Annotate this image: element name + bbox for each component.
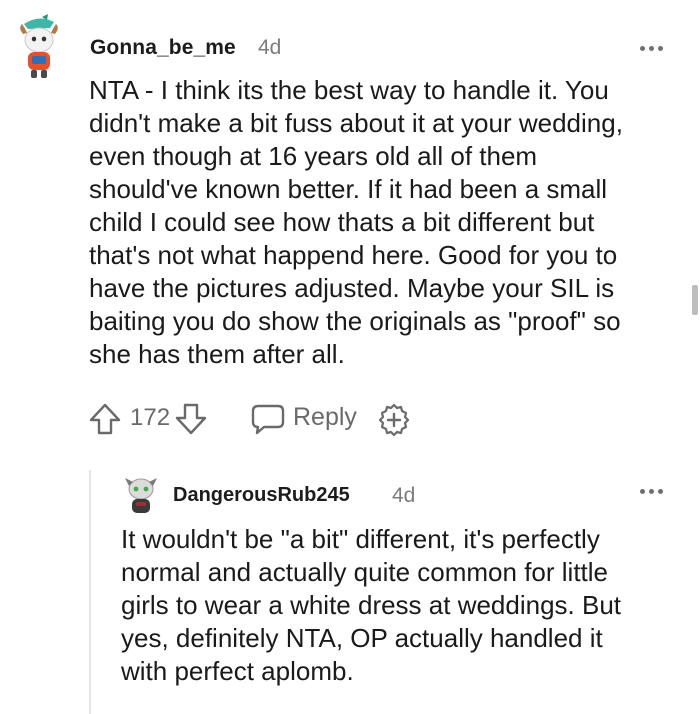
award-button[interactable] <box>376 402 412 438</box>
comment-line: NTA - I think its the best way to handle… <box>89 75 609 105</box>
downvote-arrow-icon <box>175 403 207 435</box>
scrollbar-thumb[interactable] <box>692 285 698 315</box>
comment-line: she has them after all. <box>89 339 345 369</box>
comment-line: baiting you do show the originals as "pr… <box>89 306 621 336</box>
reply-button[interactable] <box>250 402 286 436</box>
comment-line: didn't make a bit fuss about it at your … <box>89 108 623 138</box>
speech-bubble-icon <box>251 404 285 435</box>
thread-line[interactable] <box>89 470 91 714</box>
reply-line: normal and actually quite common for lit… <box>121 557 609 587</box>
comment-line: child I could see how thats a bit differ… <box>89 207 595 237</box>
reply-avatar[interactable] <box>123 474 159 516</box>
award-plus-icon <box>378 403 410 437</box>
reply-line: yes, definitely NTA, OP actually handled… <box>121 623 603 653</box>
upvote-button[interactable] <box>88 402 122 436</box>
reply-age: 4d <box>392 484 416 507</box>
downvote-button[interactable] <box>174 402 208 436</box>
comment-line: that's not what happend here. Good for y… <box>89 240 618 270</box>
comment-age: 4d <box>258 36 282 59</box>
snoo-avatar-icon <box>125 478 157 513</box>
comment-line: should've known better. If it had been a… <box>89 174 608 204</box>
comment-line: even though at 16 years old all of them <box>89 141 538 171</box>
more-options-icon[interactable] <box>640 487 666 497</box>
comment-body: NTA - I think its the best way to handle… <box>89 74 679 371</box>
upvote-arrow-icon <box>89 403 121 435</box>
reply-line: with perfect aplomb. <box>121 656 354 686</box>
more-options-icon[interactable] <box>640 44 666 54</box>
avatar[interactable] <box>14 14 64 80</box>
reply-button-label[interactable]: Reply <box>293 403 357 432</box>
reply-body: It wouldn't be "a bit" different, it's p… <box>121 523 681 688</box>
reply-line: It wouldn't be "a bit" different, it's p… <box>121 524 600 554</box>
comment-line: have the pictures adjusted. Maybe your S… <box>89 273 615 303</box>
reply-username[interactable]: DangerousRub245 <box>173 484 350 507</box>
vote-count: 172 <box>130 404 171 431</box>
comment-username[interactable]: Gonna_be_me <box>90 36 236 60</box>
reply-line: girls to wear a white dress at weddings.… <box>121 590 622 620</box>
snoo-avatar-icon <box>20 14 58 78</box>
